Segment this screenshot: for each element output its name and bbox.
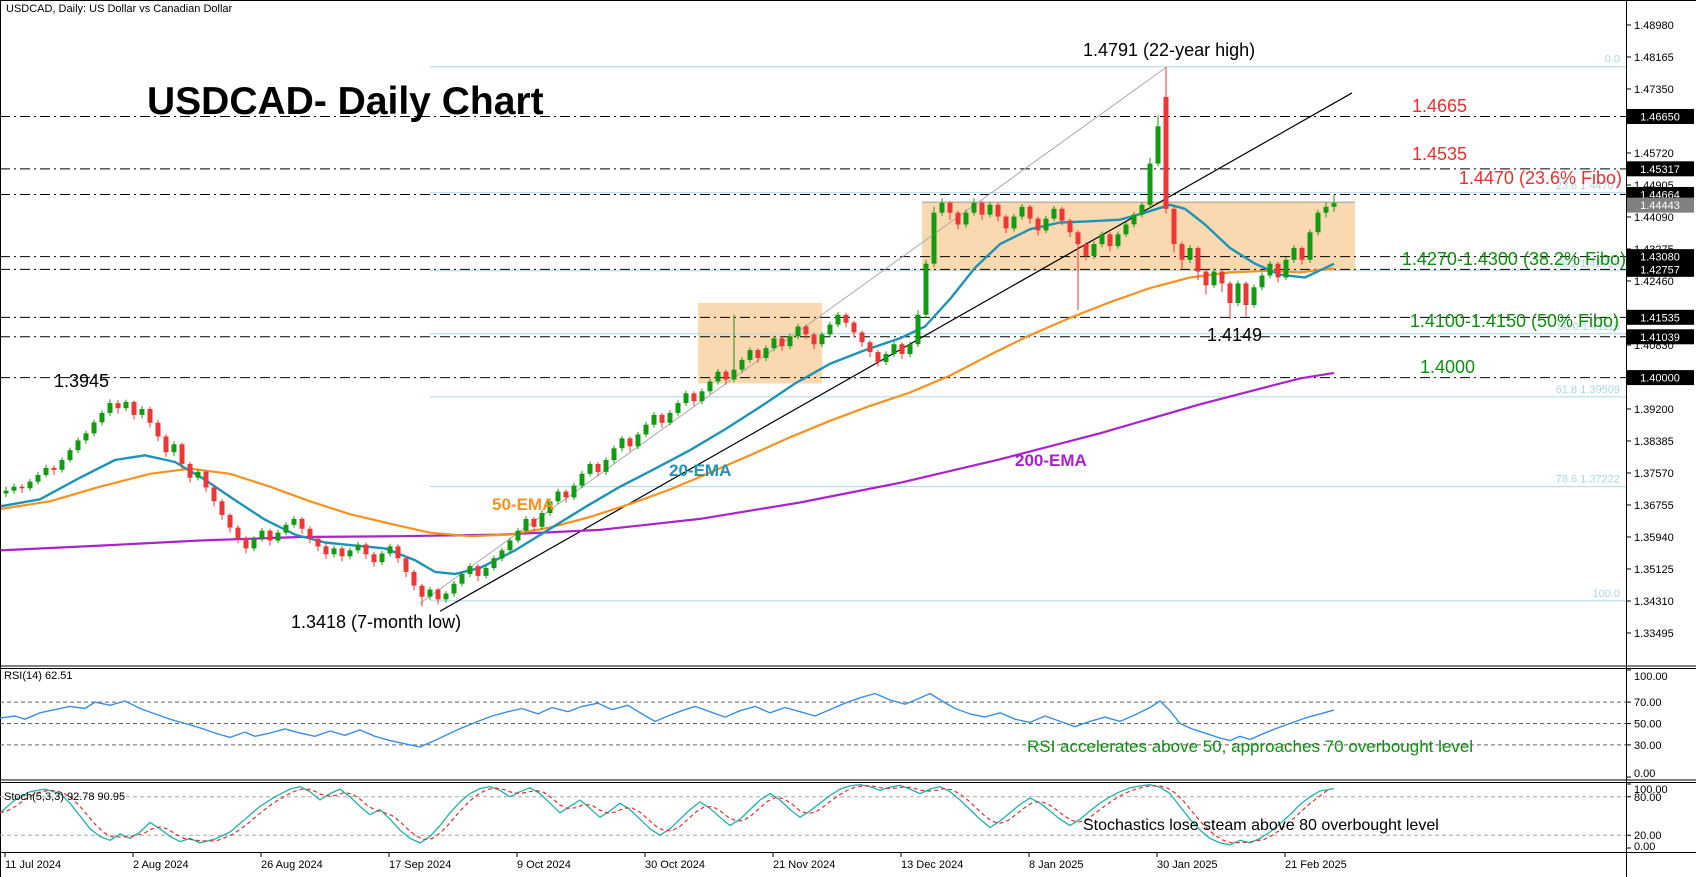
annotation-resistance-14470-fibo: 1.4470 (23.6% Fibo): [1459, 168, 1622, 189]
price-axis-label: 1.45720: [1634, 148, 1674, 160]
annotation-high-13945: 1.3945: [54, 371, 109, 392]
stoch-axis-label: 80.00: [1634, 792, 1662, 804]
price-level-badge-text: 1.41039: [1640, 332, 1680, 344]
time-axis-label: 17 Sep 2024: [389, 859, 451, 871]
annotation-7-month-low: 1.3418 (7-month low): [291, 612, 461, 633]
price-axis-label: 1.36755: [1634, 500, 1674, 512]
price-axis-label: 1.47350: [1634, 84, 1674, 96]
price-axis-label: 1.39200: [1634, 404, 1674, 416]
rsi-axis-label: 100.00: [1634, 671, 1668, 683]
rsi-axis-label: 50.00: [1634, 719, 1662, 731]
annotation-resistance-14535: 1.4535: [1412, 144, 1467, 165]
price-axis-label: 1.37570: [1634, 468, 1674, 480]
annotation-22-year-high: 1.4791 (22-year high): [1083, 40, 1255, 61]
stoch-k-line: [0, 785, 1334, 845]
price-level-badge-text: 1.40000: [1640, 373, 1680, 385]
ema50-label: 50-EMA: [492, 495, 554, 515]
price-axis-label: 1.48980: [1634, 20, 1674, 32]
price-level-badge-text: 1.41535: [1640, 312, 1680, 324]
time-axis-label: 9 Oct 2024: [517, 859, 571, 871]
time-axis-label: 26 Aug 2024: [261, 859, 323, 871]
price-axis-label: 1.44090: [1634, 212, 1674, 224]
annotation-low-14149: 1.4149: [1207, 325, 1262, 346]
price-axis-label: 1.35940: [1634, 532, 1674, 544]
fibo-label: 0.0: [1605, 54, 1620, 66]
time-axis-label: 21 Nov 2024: [773, 859, 835, 871]
price-axis-label: 1.33495: [1634, 628, 1674, 640]
price-axis-label: 1.42460: [1634, 276, 1674, 288]
rsi-axis-label: 0.00: [1634, 768, 1655, 780]
window-title: USDCAD, Daily: US Dollar vs Canadian Dol…: [6, 3, 232, 15]
time-axis-label: 30 Jan 2025: [1157, 859, 1218, 871]
time-axis-label: 2 Aug 2024: [133, 859, 189, 871]
chart-big-title: USDCAD- Daily Chart: [147, 80, 544, 124]
rsi-indicator-label: RSI(14) 62.51: [4, 670, 72, 682]
stoch-axis-label: 0.00: [1634, 841, 1655, 853]
stoch-annotation: Stochastics lose steam above 80 overboug…: [1083, 817, 1439, 835]
time-axis-label: 30 Oct 2024: [645, 859, 705, 871]
price-axis-label: 1.38385: [1634, 436, 1674, 448]
stoch-indicator-label: Stoch(5,3,3) 92.78 90.95: [4, 791, 125, 803]
time-axis-label: 11 Jul 2024: [5, 859, 61, 871]
current-price-text: 1.44443: [1640, 200, 1680, 212]
annotation-resistance-14665: 1.4665: [1412, 96, 1467, 117]
annotation-support-14270-fibo: 1.4270-1.4300 (38.2% Fibo): [1402, 249, 1626, 270]
consolidation-zone: [922, 202, 1355, 271]
price-level-badge-text: 1.42757: [1640, 264, 1680, 276]
annotation-support-14100-fibo: 1.4100-1.4150 (50% Fibo): [1410, 311, 1619, 332]
time-axis-label: 13 Dec 2024: [901, 859, 963, 871]
ema200-label: 200-EMA: [1015, 451, 1087, 471]
fibo-label: 61.8 1.39509: [1556, 384, 1620, 396]
time-axis-label: 8 Jan 2025: [1029, 859, 1083, 871]
fibo-label: 100.0: [1592, 588, 1620, 600]
ema20-label: 20-EMA: [669, 461, 731, 481]
price-level-badge-text: 1.46650: [1640, 111, 1680, 123]
rsi-axis-label: 70.00: [1634, 697, 1662, 709]
price-axis-label: 1.34310: [1634, 596, 1674, 608]
chart-window: 0.023.6 1.4470738.2 1.4272050.0 1.411156…: [0, 0, 1696, 877]
price-axis-label: 1.48165: [1634, 52, 1674, 64]
consolidation-zone: [698, 303, 822, 383]
time-axis-label: 21 Feb 2025: [1285, 859, 1347, 871]
rsi-annotation: RSI accelerates above 50, approaches 70 …: [1027, 737, 1473, 757]
ema50-line: [0, 268, 1334, 536]
price-level-badge-text: 1.45317: [1640, 164, 1680, 176]
price-axis-label: 1.35125: [1634, 564, 1674, 576]
rsi-axis-label: 30.00: [1634, 740, 1662, 752]
annotation-support-14000: 1.4000: [1420, 357, 1475, 378]
fibo-label: 78.6 1.37222: [1556, 474, 1620, 486]
